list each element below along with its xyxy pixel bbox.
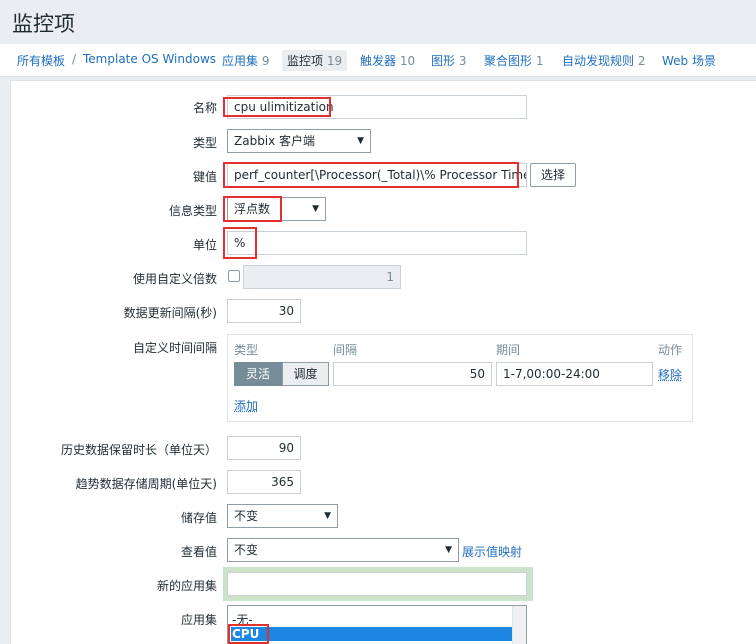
tab-items[interactable]: 监控项 19 bbox=[282, 50, 348, 71]
scrollbar[interactable] bbox=[512, 606, 526, 644]
breadcrumb-separator: / bbox=[72, 52, 77, 66]
remove-interval-link[interactable]: 移除 bbox=[658, 366, 682, 383]
info-type-select[interactable]: 浮点数 ▼ bbox=[227, 197, 326, 221]
tab-graphs[interactable]: 图形 3 bbox=[431, 52, 466, 69]
tab-discovery[interactable]: 自动发现规则 2 bbox=[562, 52, 645, 69]
flexible-toggle[interactable]: 灵活 bbox=[234, 362, 282, 386]
crumb-template[interactable]: Template OS Windows bbox=[83, 52, 216, 66]
col-action-header: 动作 bbox=[658, 343, 683, 357]
tab-screens[interactable]: 聚合图形 1 bbox=[484, 52, 543, 69]
info-type-label: 信息类型 bbox=[168, 204, 217, 218]
store-value-select[interactable]: 不变 ▼ bbox=[227, 504, 338, 528]
col-type-header: 类型 bbox=[234, 343, 259, 357]
col-period-header: 期间 bbox=[496, 343, 521, 357]
chevron-down-icon: ▼ bbox=[357, 136, 364, 146]
add-interval-link[interactable]: 添加 bbox=[234, 397, 258, 414]
units-field[interactable]: % bbox=[227, 231, 527, 255]
applications-listbox[interactable]: -无- CPU bbox=[227, 605, 527, 644]
crumb-all-templates[interactable]: 所有模板 bbox=[17, 52, 65, 69]
multiplier-field: 1 bbox=[243, 265, 401, 289]
type-select[interactable]: Zabbix 客户端 ▼ bbox=[227, 129, 371, 153]
units-label: 单位 bbox=[192, 238, 217, 252]
tab-applications[interactable]: 应用集 9 bbox=[222, 52, 269, 69]
new-application-label: 新的应用集 bbox=[156, 579, 217, 593]
applications-label: 应用集 bbox=[180, 613, 217, 627]
history-field[interactable]: 90 bbox=[227, 436, 301, 460]
list-item[interactable]: -无- bbox=[232, 611, 253, 628]
tab-triggers[interactable]: 触发器 10 bbox=[360, 52, 415, 69]
tab-web[interactable]: Web 场景 bbox=[662, 52, 716, 69]
show-value-select[interactable]: 不变 ▼ bbox=[227, 538, 459, 562]
interval-field[interactable]: 50 bbox=[333, 362, 492, 386]
custom-intervals-table: 类型 间隔 期间 动作 灵活 调度 50 1-7,00:00-24:00 移除 … bbox=[227, 334, 693, 422]
key-label: 键值 bbox=[192, 170, 217, 184]
history-label: 历史数据保留时长（单位天） bbox=[60, 443, 217, 457]
custom-intervals-label: 自定义时间间隔 bbox=[132, 341, 217, 355]
custom-multiplier-checkbox[interactable] bbox=[228, 270, 240, 282]
name-label: 名称 bbox=[192, 101, 217, 115]
store-value-label: 储存值 bbox=[180, 511, 217, 525]
new-application-field[interactable] bbox=[227, 572, 527, 596]
list-item-selected[interactable]: CPU bbox=[231, 627, 513, 641]
update-interval-field[interactable]: 30 bbox=[227, 299, 301, 323]
chevron-down-icon: ▼ bbox=[312, 204, 319, 214]
custom-multiplier-label: 使用自定义倍数 bbox=[132, 272, 217, 286]
chevron-down-icon: ▼ bbox=[324, 511, 331, 521]
breadcrumb: 所有模板 / Template OS Windows 应用集 9 监控项 19 … bbox=[0, 44, 756, 77]
type-label: 类型 bbox=[192, 136, 217, 150]
period-field[interactable]: 1-7,00:00-24:00 bbox=[496, 362, 653, 386]
scheduling-toggle[interactable]: 调度 bbox=[282, 362, 329, 386]
col-interval-header: 间隔 bbox=[333, 343, 358, 357]
trends-label: 趋势数据存储周期(单位天) bbox=[75, 477, 217, 491]
value-mapping-link[interactable]: 展示值映射 bbox=[462, 543, 522, 560]
page-title: 监控项 bbox=[12, 12, 75, 36]
key-field[interactable]: perf_counter[\Processor(_Total)\% Proces… bbox=[227, 163, 527, 187]
select-key-button[interactable]: 选择 bbox=[530, 163, 577, 187]
name-field[interactable]: cpu ulimitization bbox=[227, 95, 527, 119]
chevron-down-icon: ▼ bbox=[445, 545, 452, 555]
show-value-label: 查看值 bbox=[180, 545, 217, 559]
trends-field[interactable]: 365 bbox=[227, 470, 301, 494]
update-interval-label: 数据更新间隔(秒) bbox=[123, 306, 217, 320]
